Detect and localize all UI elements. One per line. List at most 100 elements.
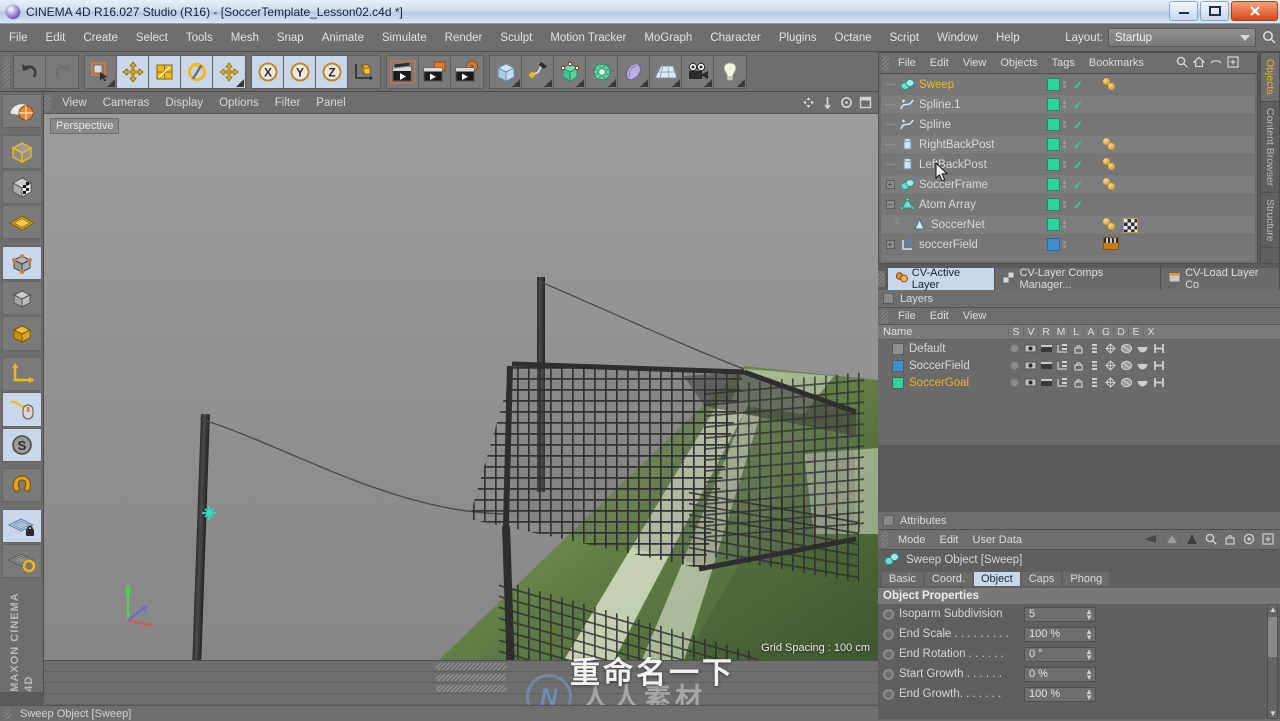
- scale-button[interactable]: [149, 55, 181, 88]
- layer-row-default[interactable]: Default: [878, 340, 1280, 357]
- objmgr-menu-view[interactable]: View: [956, 55, 994, 71]
- attr-menu-edit[interactable]: Edit: [933, 532, 966, 548]
- visibility-dots[interactable]: [1063, 161, 1070, 168]
- visibility-dots[interactable]: [1063, 101, 1070, 108]
- layer-toggles[interactable]: [1008, 342, 1165, 355]
- rotate-button[interactable]: [181, 55, 213, 88]
- animation-icon[interactable]: [1088, 359, 1101, 372]
- xref-icon[interactable]: [1152, 376, 1165, 389]
- menu-octane[interactable]: Octane: [826, 29, 881, 47]
- object-tags[interactable]: [1103, 157, 1119, 173]
- object-visibility-controls[interactable]: ✓: [1047, 98, 1083, 111]
- rotate-icon[interactable]: [840, 96, 853, 112]
- solo-dot-icon[interactable]: [1008, 359, 1021, 372]
- search-icon[interactable]: [1262, 30, 1276, 47]
- menu-select[interactable]: Select: [127, 29, 177, 47]
- object-row-soccerfield[interactable]: + soccerField: [881, 235, 1255, 255]
- viewport-menu-cameras[interactable]: Cameras: [95, 95, 158, 111]
- viewport-header-grip[interactable]: [44, 94, 51, 111]
- status-bar-grip[interactable]: [4, 708, 11, 719]
- object-row-soccernet[interactable]: └ SoccerNet: [881, 215, 1255, 235]
- attr-tab-object[interactable]: Object: [973, 572, 1020, 586]
- menu-plugins[interactable]: Plugins: [770, 29, 826, 47]
- menu-animate[interactable]: Animate: [313, 29, 373, 47]
- viewport-3d[interactable]: Perspective Grid Spacing : 100 cm: [44, 114, 878, 660]
- deformer-button[interactable]: [586, 55, 618, 88]
- lock-icon[interactable]: [1072, 342, 1085, 355]
- menu-tools[interactable]: Tools: [177, 29, 222, 47]
- tag-dots-icon[interactable]: [1103, 157, 1119, 173]
- expression-icon[interactable]: [1136, 359, 1149, 372]
- objmgr-menu-objects[interactable]: Objects: [993, 55, 1044, 71]
- expression-icon[interactable]: [1136, 342, 1149, 355]
- manager-icon[interactable]: [1056, 342, 1069, 355]
- toolbar-grip[interactable]: [3, 56, 10, 87]
- render-tag-icon[interactable]: [1103, 237, 1119, 250]
- property-toggle-radio[interactable]: [883, 688, 894, 700]
- layer-color-chip[interactable]: [1047, 138, 1060, 151]
- maximize-button[interactable]: [1200, 1, 1229, 21]
- layers-menu-file[interactable]: File: [891, 308, 923, 324]
- visibility-dots[interactable]: [1063, 81, 1070, 88]
- isoparm-subdivision-input[interactable]: 5 ▲ ▼: [1024, 606, 1096, 622]
- render-region-button[interactable]: [419, 55, 451, 88]
- object-tags[interactable]: [1103, 237, 1119, 250]
- stepper-icon[interactable]: ▲ ▼: [1085, 607, 1093, 621]
- objmgr-menu-file[interactable]: File: [891, 55, 923, 71]
- object-manager-grip[interactable]: [882, 55, 889, 71]
- layer-row-soccerfield[interactable]: SoccerField: [878, 357, 1280, 374]
- enable-check-icon[interactable]: ✓: [1073, 79, 1083, 91]
- x-axis-button[interactable]: X: [252, 55, 284, 88]
- viewport-menu-filter[interactable]: Filter: [267, 95, 309, 111]
- layer-color-chip[interactable]: [1047, 178, 1060, 191]
- visibility-dots[interactable]: [1063, 121, 1070, 128]
- object-tags[interactable]: [1103, 177, 1119, 193]
- visible-eye-icon[interactable]: [1024, 376, 1037, 389]
- workplane-lock-button[interactable]: [1, 508, 42, 544]
- object-tags[interactable]: [1103, 217, 1138, 233]
- render-view-button[interactable]: [387, 55, 419, 88]
- render-film-icon[interactable]: [1040, 376, 1053, 389]
- deformer-icon[interactable]: [1120, 342, 1133, 355]
- object-row-rightbackpost[interactable]: — RightBackPost ✓: [881, 135, 1255, 155]
- target-icon[interactable]: [1243, 533, 1255, 548]
- object-mode-button[interactable]: [1, 245, 42, 281]
- visible-eye-icon[interactable]: [1024, 342, 1037, 355]
- lock-icon[interactable]: [1072, 359, 1085, 372]
- attr-tab-basic[interactable]: Basic: [882, 572, 923, 586]
- texture-axis-button[interactable]: [1, 94, 42, 129]
- generator-icon[interactable]: [1104, 359, 1117, 372]
- deformer-icon[interactable]: [1120, 376, 1133, 389]
- animation-icon[interactable]: [1088, 376, 1101, 389]
- viewport-menu-display[interactable]: Display: [157, 95, 211, 111]
- layer-color-swatch[interactable]: [892, 376, 904, 389]
- spline-pen-button[interactable]: [522, 55, 554, 88]
- stepper-icon[interactable]: ▲ ▼: [1085, 687, 1093, 701]
- layer-color-chip[interactable]: [1047, 198, 1060, 211]
- object-row-atom-array[interactable]: – Atom Array ✓: [881, 195, 1255, 215]
- menu-mesh[interactable]: Mesh: [222, 29, 268, 47]
- texture-mode-button[interactable]: [1, 169, 42, 205]
- layer-tabs-grip[interactable]: [878, 271, 885, 287]
- enable-check-icon[interactable]: ✓: [1073, 139, 1083, 151]
- timeline-grip[interactable]: [436, 674, 506, 681]
- layers-menu-edit[interactable]: Edit: [923, 308, 956, 324]
- menu-edit[interactable]: Edit: [37, 29, 75, 47]
- xref-icon[interactable]: [1152, 359, 1165, 372]
- property-toggle-radio[interactable]: [883, 628, 894, 640]
- attr-tab-coord[interactable]: Coord.: [924, 572, 972, 586]
- generator-button[interactable]: [554, 55, 586, 88]
- light-button[interactable]: [714, 55, 746, 88]
- attr-menu-user-data[interactable]: User Data: [966, 532, 1030, 548]
- layer-color-chip[interactable]: [1047, 218, 1060, 231]
- visibility-dots[interactable]: [1063, 181, 1070, 188]
- menu-window[interactable]: Window: [928, 29, 987, 47]
- layer-color-chip[interactable]: [1047, 118, 1060, 131]
- y-axis-button[interactable]: Y: [284, 55, 316, 88]
- property-toggle-radio[interactable]: [883, 668, 894, 680]
- object-visibility-controls[interactable]: ✓: [1047, 138, 1083, 151]
- axis-move-button[interactable]: [213, 55, 245, 88]
- vtab-structure[interactable]: Structure: [1261, 193, 1279, 249]
- lock-icon[interactable]: [1072, 376, 1085, 389]
- start-growth-input[interactable]: 0 % ▲ ▼: [1024, 666, 1096, 682]
